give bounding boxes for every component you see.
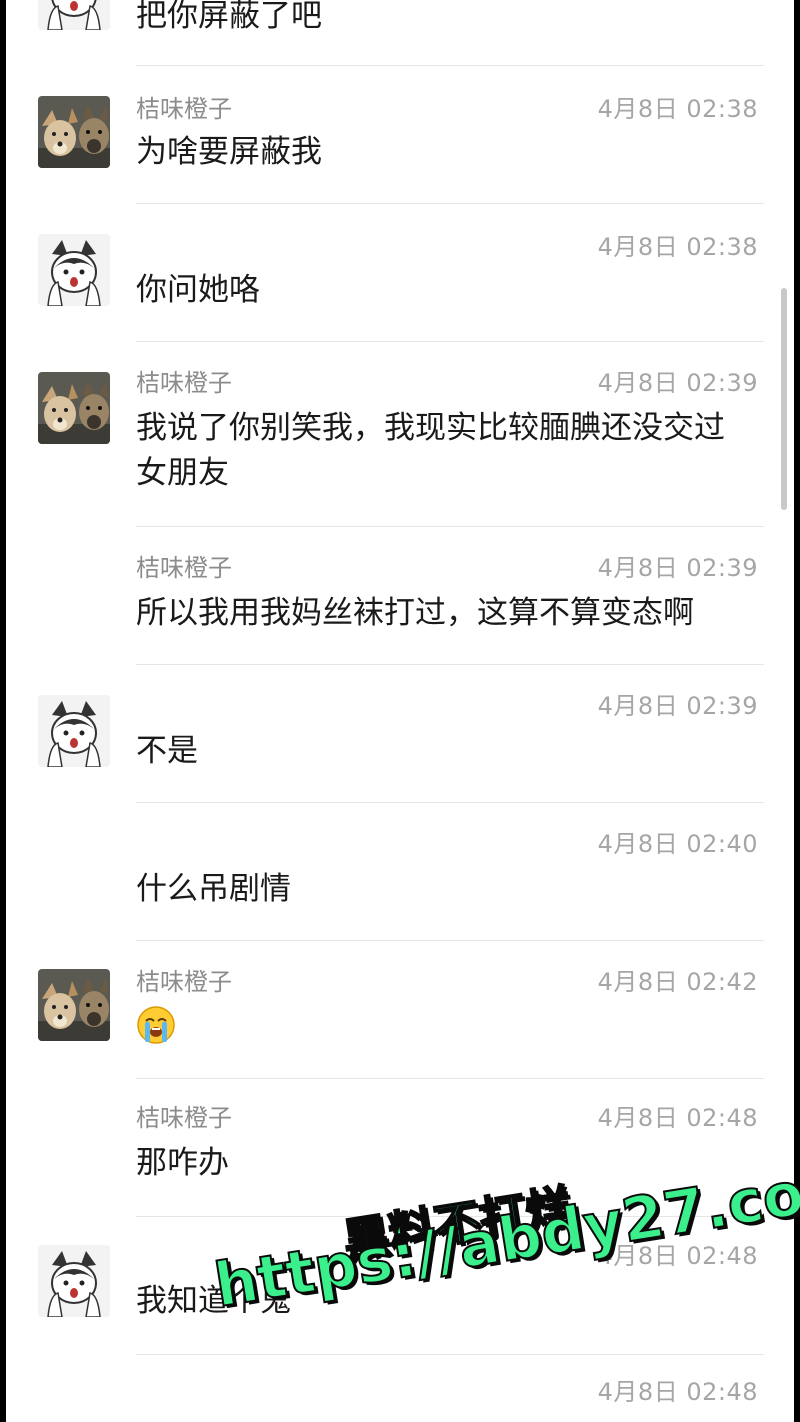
cat-avatar[interactable] [38,695,110,767]
message-time: 4月8日 02:39 [597,692,758,720]
message-time: 4月8日 02:48 [597,1242,758,1270]
scrollbar-thumb[interactable] [781,288,787,510]
message-item[interactable]: 4月8日 02:38 你问她咯 [6,204,794,342]
dogs-avatar[interactable] [38,372,110,444]
message-text: 那咋办 [136,1145,229,1181]
message-item[interactable]: 桔味橙子 4月8日 02:38 为啥要屏蔽我 [6,66,794,204]
dogs-avatar[interactable] [38,969,110,1041]
cat-avatar[interactable] [38,0,110,30]
message-time: 4月8日 02:42 [597,968,758,996]
sender-name: 桔味橙子 [136,554,232,582]
message-text: 我说了你别笑我，我现实比较腼腆还没交过女朋友 [136,410,725,491]
message-text: 为啥要屏蔽我 [136,134,322,170]
message-item[interactable]: 桔味橙子 4月8日 02:48 那咋办 [6,1079,794,1217]
loudly-crying-face-icon [136,1005,176,1049]
cat-avatar[interactable] [38,1245,110,1317]
message-text: 你问她咯 [136,272,260,308]
message-time: 4月8日 02:40 [597,830,758,858]
message-item[interactable]: 4月8日 02:48 [6,1355,794,1422]
message-item[interactable]: 4月8日 02:48 我知道个鬼 [6,1217,794,1355]
message-item[interactable]: 桔味橙子 4月8日 02:42 [6,941,794,1079]
message-item[interactable]: 桔味橙子 4月8日 02:39 我说了你别笑我，我现实比较腼腆还没交过女朋友 [6,342,794,527]
message-text: 把你屏蔽了吧 [136,0,322,34]
message-time: 4月8日 02:48 [597,1104,758,1132]
message-text: 所以我用我妈丝袜打过，这算不算变态啊 [136,595,694,631]
sender-name: 桔味橙子 [136,1104,232,1132]
message-text: 我知道个鬼 [136,1283,291,1319]
message-text: 不是 [136,733,198,769]
message-item[interactable]: 把你屏蔽了吧 [6,0,794,66]
message-item[interactable]: 4月8日 02:39 不是 [6,665,794,803]
message-time: 4月8日 02:48 [597,1378,758,1406]
message-time: 4月8日 02:39 [597,369,758,397]
message-time: 4月8日 02:38 [597,233,758,261]
message-time: 4月8日 02:39 [597,554,758,582]
sender-name: 桔味橙子 [136,968,232,996]
message-item[interactable]: 4月8日 02:40 什么吊剧情 [6,803,794,941]
message-item[interactable]: 桔味橙子 4月8日 02:39 所以我用我妈丝袜打过，这算不算变态啊 [6,527,794,665]
message-text: 什么吊剧情 [136,871,291,907]
message-time: 4月8日 02:38 [597,95,758,123]
sender-name: 桔味橙子 [136,369,232,397]
dogs-avatar[interactable] [38,96,110,168]
sender-name: 桔味橙子 [136,95,232,123]
cat-avatar[interactable] [38,234,110,306]
chat-history-screen: 把你屏蔽了吧 桔味橙子 4月8日 02:38 为啥要屏蔽我 4月8日 02:38… [6,0,794,1422]
